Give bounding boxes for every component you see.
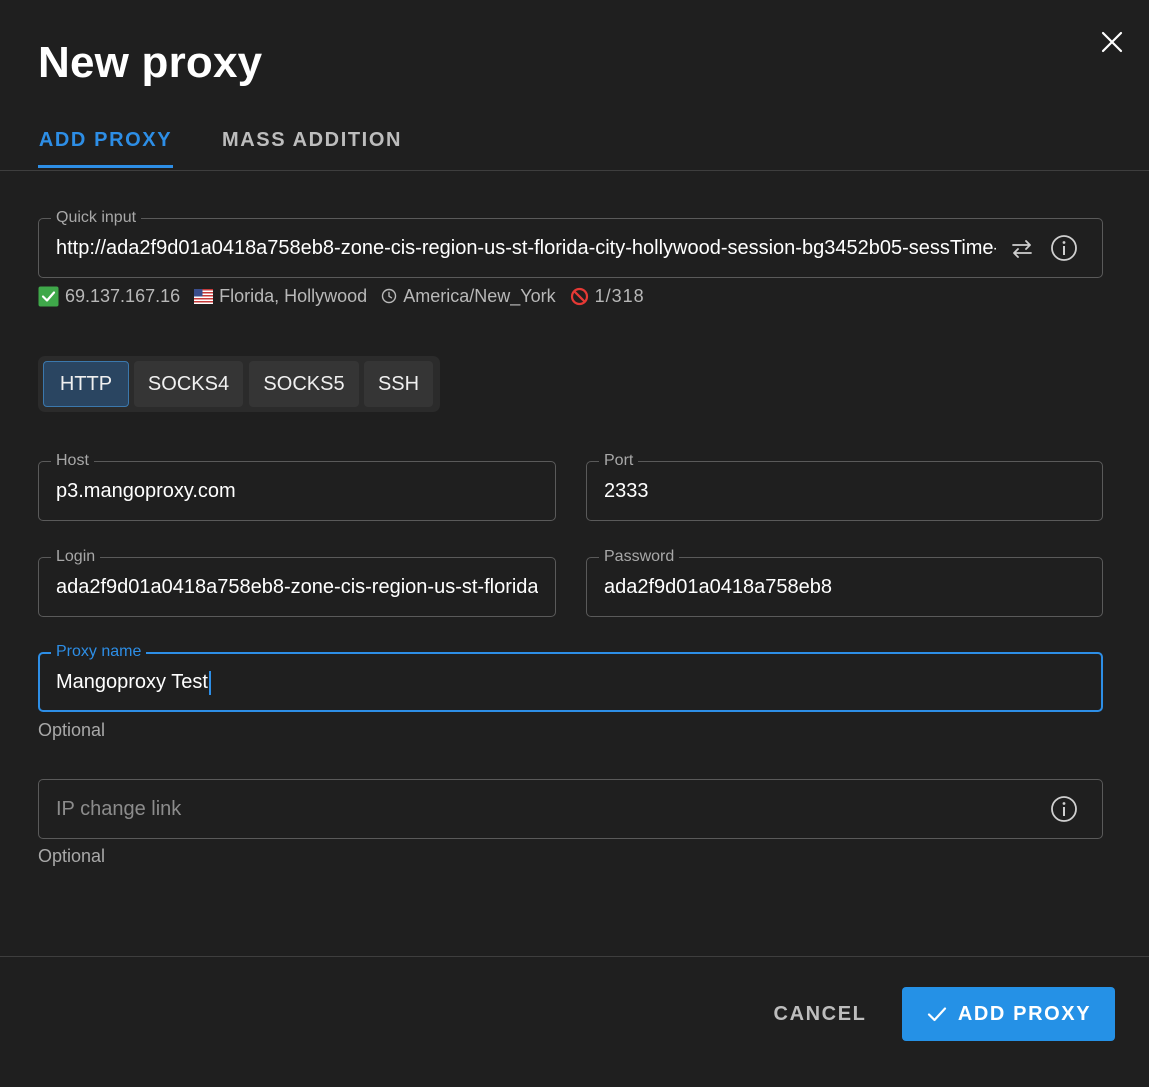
proxy-name-input[interactable]: Mangoproxy Test [56, 654, 1084, 710]
text-caret [208, 670, 211, 695]
ip-change-link-placeholder[interactable]: IP change link [56, 780, 1032, 838]
tab-add-proxy[interactable]: ADD PROXY [38, 118, 173, 168]
status-blacklist: 1/318 [594, 285, 645, 306]
password-field[interactable]: Password ada2f9d01a0418a758eb8 [586, 547, 1103, 617]
clock-icon [381, 288, 397, 304]
add-proxy-label: ADD PROXY [957, 1002, 1092, 1025]
cancel-button[interactable]: CANCEL [758, 988, 882, 1040]
close-button[interactable] [1096, 26, 1128, 58]
protocol-http-button[interactable]: HTTP [43, 361, 129, 407]
proxy-name-field[interactable]: Proxy name Mangoproxy Test [38, 642, 1103, 712]
info-icon[interactable] [1049, 794, 1079, 824]
quick-input-field[interactable]: Quick input http://ada2f9d01a0418a758eb8… [38, 208, 1103, 278]
host-value[interactable]: p3.mangoproxy.com [56, 462, 538, 520]
checkmark-icon [927, 1007, 946, 1022]
tab-bar: ADD PROXY MASS ADDITION [0, 118, 1149, 171]
status-location: Florida, Hollywood [219, 285, 368, 306]
password-value[interactable]: ada2f9d01a0418a758eb8 [604, 558, 1085, 616]
add-proxy-button[interactable]: ADD PROXY [902, 987, 1115, 1041]
protocol-selector: HTTP SOCKS4 SOCKS5 SSH [38, 356, 440, 412]
host-field[interactable]: Host p3.mangoproxy.com [38, 451, 556, 521]
proxy-status-bar: 69.137.167.16 Florida, Hollywood America… [38, 284, 659, 308]
login-field[interactable]: Login ada2f9d01a0418a758eb8-zone-cis-reg… [38, 547, 556, 617]
port-value[interactable]: 2333 [604, 462, 1085, 520]
dialog-title: New proxy [38, 38, 263, 87]
status-ip: 69.137.167.16 [65, 285, 181, 306]
ip-change-link-helper: Optional [38, 846, 106, 866]
tab-mass-addition[interactable]: MASS ADDITION [217, 118, 407, 168]
login-value[interactable]: ada2f9d01a0418a758eb8-zone-cis-region-us… [56, 558, 538, 616]
port-field[interactable]: Port 2333 [586, 451, 1103, 521]
swap-icon[interactable] [1007, 234, 1037, 264]
blacklist-icon [570, 287, 588, 305]
footer-divider [0, 956, 1149, 957]
close-icon [1101, 31, 1123, 53]
check-icon [38, 286, 59, 306]
info-icon[interactable] [1049, 233, 1079, 263]
status-timezone: America/New_York [403, 285, 556, 306]
us-flag-icon [194, 288, 214, 304]
protocol-socks4-button[interactable]: SOCKS4 [134, 361, 243, 407]
ip-change-link-field[interactable]: IP change link [38, 779, 1103, 839]
quick-input-value[interactable]: http://ada2f9d01a0418a758eb8-zone-cis-re… [56, 219, 996, 277]
proxy-name-helper: Optional [38, 720, 106, 740]
proxy-name-value: Mangoproxy Test [56, 671, 208, 693]
protocol-ssh-button[interactable]: SSH [364, 361, 433, 407]
protocol-socks5-button[interactable]: SOCKS5 [249, 361, 359, 407]
